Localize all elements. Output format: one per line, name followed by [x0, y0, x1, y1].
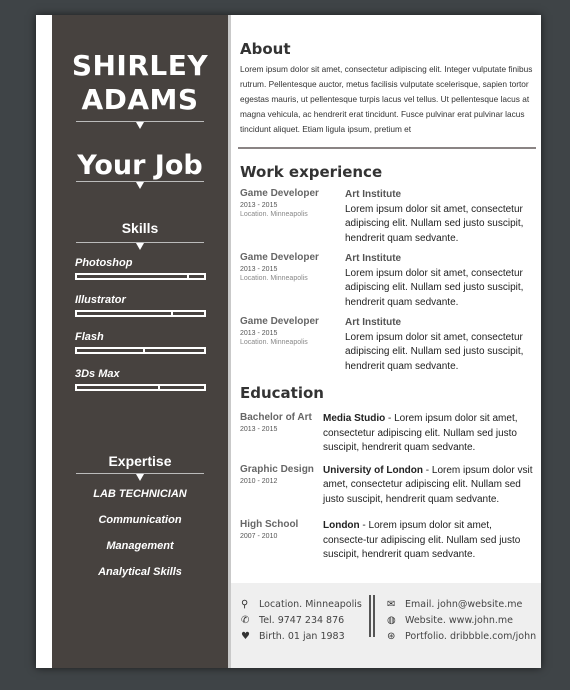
- divider: [228, 15, 231, 668]
- work-text: Lorem ipsum dolor sit amet, consectetur …: [345, 331, 524, 372]
- envelope-icon: ✉: [387, 599, 396, 610]
- divider: [76, 181, 204, 189]
- skill-level-marker: [158, 384, 161, 391]
- edu-years: 2010 - 2012: [240, 477, 278, 485]
- work-years: 2013 - 2015: [240, 330, 278, 337]
- skill-item: Illustrator: [75, 294, 206, 317]
- work-location: Location. Minneapolis: [240, 275, 308, 282]
- skill-bar: [75, 347, 206, 354]
- work-years: 2013 - 2015: [240, 266, 278, 273]
- expertise-item: Management: [106, 540, 174, 552]
- divider: [369, 595, 375, 637]
- globe-icon: ◍: [387, 615, 396, 626]
- work-role: Game Developer: [240, 252, 319, 263]
- skill-bar: [75, 384, 206, 391]
- work-location: Location. Minneapolis: [240, 339, 308, 346]
- contact-tel: Tel. 9747 234 876: [259, 615, 345, 626]
- edu-school: Media Studio: [323, 413, 386, 424]
- work-location: Location. Minneapolis: [240, 211, 308, 218]
- work-item: Game Developer 2013 - 2015 Location. Minne…: [240, 188, 536, 246]
- work-item: Game Developer 2013 - 2015 Location. Minne…: [240, 252, 536, 310]
- job-title: Your Job: [77, 150, 203, 181]
- work-org: Art Institute: [345, 317, 402, 328]
- work-org: Art Institute: [345, 253, 402, 264]
- edu-years: 2013 - 2015: [240, 426, 278, 433]
- dribbble-icon: ⊛: [387, 631, 396, 642]
- skill-bar: [75, 310, 206, 317]
- work-role: Game Developer: [240, 188, 319, 199]
- work-years: 2013 - 2015: [240, 202, 278, 209]
- skill-label: Illustrator: [75, 294, 126, 306]
- work-org: Art Institute: [345, 189, 402, 200]
- education-item: High School 2007 - 2010 London - Lorem ips…: [240, 519, 536, 563]
- skill-label: 3Ds Max: [75, 368, 120, 380]
- phone-icon: ✆: [241, 615, 250, 626]
- skill-label: Photoshop: [75, 257, 133, 269]
- contact-location: Location. Minneapolis: [259, 599, 362, 610]
- expertise-item: Communication: [98, 514, 182, 526]
- work-title: Work experience: [240, 163, 383, 181]
- about-text: Lorem ipsum dolor sit amet, consectetur …: [240, 64, 533, 134]
- contact-email[interactable]: Email. john@website.me: [405, 597, 522, 613]
- skill-bar: [75, 273, 206, 280]
- edu-school: London: [323, 520, 360, 531]
- skill-level-marker: [170, 310, 173, 317]
- about-title: About: [240, 40, 291, 58]
- resume-page: SHIRLEY ADAMS Your Job Skills Photoshop I…: [36, 15, 541, 668]
- first-name: SHIRLEY: [71, 49, 209, 82]
- skill-item: Photoshop: [75, 257, 206, 280]
- contact-website[interactable]: Website. www.john.me: [405, 613, 513, 629]
- skill-level-marker: [187, 273, 190, 280]
- education-item: Bachelor of Art 2013 - 2015 Media Studio -…: [240, 412, 536, 456]
- contact-portfolio[interactable]: Portfolio. dribbble.com/john: [405, 629, 536, 645]
- last-name: ADAMS: [81, 83, 199, 116]
- divider: [76, 121, 204, 129]
- skill-item: Flash: [75, 331, 206, 354]
- edu-years: 2007 - 2010: [240, 533, 278, 540]
- edu-degree: Graphic Design: [240, 463, 314, 475]
- location-pin-icon: ⚲: [241, 599, 249, 610]
- education-title: Education: [240, 384, 324, 402]
- skill-label: Flash: [75, 331, 104, 343]
- expertise-title: Expertise: [108, 453, 172, 469]
- work-item: Game Developer 2013 - 2015 Location. Minne…: [240, 316, 536, 374]
- contact-birth: Birth. 01 jan 1983: [259, 631, 345, 642]
- skill-item: 3Ds Max: [75, 368, 206, 391]
- edu-school: University of London: [323, 464, 423, 476]
- work-text: Lorem ipsum dolor sit amet, consectetur …: [345, 267, 524, 308]
- expertise-item: LAB TECHNICIAN: [93, 488, 187, 500]
- skills-title: Skills: [121, 220, 159, 236]
- divider: [238, 147, 536, 149]
- work-role: Game Developer: [240, 316, 319, 327]
- expertise-item: Analytical Skills: [98, 566, 182, 578]
- divider: [76, 473, 204, 481]
- sidebar: SHIRLEY ADAMS Your Job Skills Photoshop I…: [52, 15, 228, 668]
- heart-icon: ♥: [241, 631, 250, 642]
- education-item: Graphic Design 2010 - 2012 University of L…: [240, 464, 536, 508]
- work-text: Lorem ipsum dolor sit amet, consectetur …: [345, 203, 524, 244]
- divider: [76, 242, 204, 250]
- skill-level-marker: [143, 347, 146, 354]
- contact-footer: ⚲ Location. Minneapolis ✆ Tel. 9747 234 87…: [231, 583, 541, 668]
- edu-degree: Bachelor of Art: [240, 412, 312, 423]
- edu-degree: High School: [240, 519, 299, 530]
